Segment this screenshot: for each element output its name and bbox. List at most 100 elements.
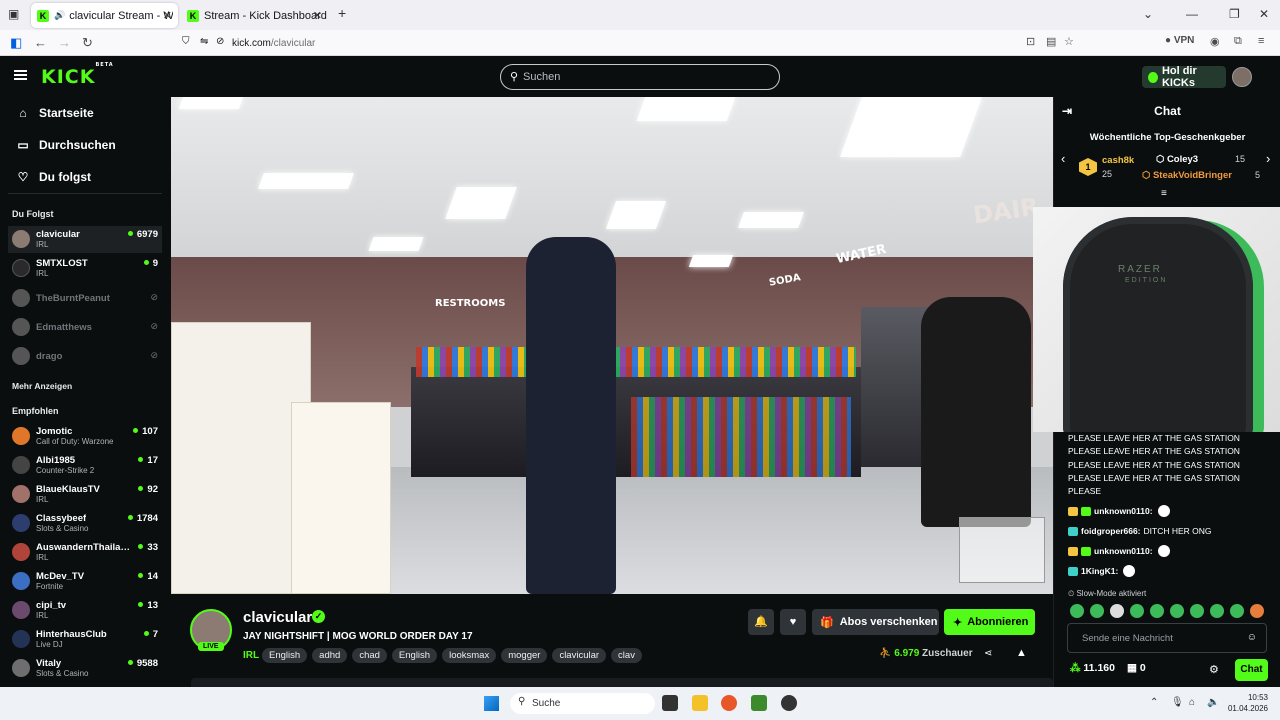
notification-bell-button[interactable]: 🔔 — [748, 609, 774, 635]
share-icon[interactable]: ⋖ — [984, 648, 992, 659]
taskbar-clock[interactable]: 10:53 01.04.2026 — [1226, 692, 1268, 714]
emote-icon[interactable] — [1130, 604, 1144, 618]
file-explorer-icon[interactable] — [692, 695, 708, 711]
tag[interactable]: English — [262, 648, 308, 663]
gifter-name[interactable]: ⬡ Coley3 — [1156, 154, 1198, 165]
followed-channel-offline[interactable]: TheBurntPeanut ⊘ — [8, 285, 162, 312]
firefox-icon[interactable] — [721, 695, 737, 711]
emote-icon[interactable] — [1250, 604, 1264, 618]
tag[interactable]: clavicular — [552, 648, 607, 663]
app-icon[interactable] — [781, 695, 797, 711]
permissions-icon[interactable]: ⇋ — [200, 36, 208, 47]
recommended-channel[interactable]: HinterhausClub Live DJ 7 — [8, 626, 162, 653]
menu-icon[interactable]: ≡ — [1258, 35, 1264, 47]
new-tab-button[interactable]: + — [338, 5, 346, 21]
close-tab-icon[interactable]: ✕ — [313, 9, 322, 22]
bookmark-star-icon[interactable]: ☆ — [1064, 35, 1074, 48]
recommended-channel[interactable]: BlaueKlausTV IRL 92 — [8, 481, 162, 508]
shield-icon[interactable]: ⛉ — [182, 36, 190, 47]
tag[interactable]: chad — [352, 648, 387, 663]
mute-icon[interactable]: ⊘ — [216, 36, 224, 47]
collapse-chat-icon[interactable]: ⇥ — [1062, 97, 1072, 125]
followed-channel-offline[interactable]: Edmatthews ⊘ — [8, 314, 162, 341]
tag[interactable]: mogger — [501, 648, 548, 663]
minimize-icon[interactable]: — — [1186, 7, 1198, 21]
get-kicks-button[interactable]: Hol dir KICKs — [1142, 65, 1226, 89]
emote-icon[interactable] — [1210, 604, 1224, 618]
recommended-channel[interactable]: McDev_TV Fortnite 14 — [8, 568, 162, 595]
user-avatar[interactable] — [1232, 67, 1252, 87]
stream-category[interactable]: IRL — [243, 650, 259, 661]
send-chat-button[interactable]: Chat — [1235, 659, 1268, 681]
emote-icon[interactable] — [1110, 604, 1124, 618]
channel-points[interactable]: ▦ 0 — [1127, 662, 1146, 674]
streamer-name[interactable]: clavicular — [243, 609, 312, 626]
sidebar-item-browse[interactable]: ▭ Durchsuchen — [16, 138, 115, 152]
subscribe-button[interactable]: ✦ Abonnieren — [944, 609, 1035, 635]
taskbar-search[interactable]: ⚲ Suche — [510, 693, 655, 714]
tab-overview-icon[interactable]: ▣ — [8, 7, 19, 21]
emote-icon[interactable] — [1230, 604, 1244, 618]
followed-channel[interactable]: clavicular IRL 6979 — [8, 226, 162, 253]
gifter-name[interactable]: ⬡ SteakVoidBringer — [1142, 170, 1232, 181]
follow-heart-button[interactable]: ♥ — [780, 609, 806, 635]
chevron-left-icon[interactable]: ‹ — [1061, 151, 1065, 166]
gear-icon[interactable]: ⚙ — [1209, 663, 1219, 676]
microphone-icon[interactable]: 🎙 — [1171, 697, 1184, 708]
reader-icon[interactable]: ▤ — [1046, 35, 1056, 48]
emote-icon[interactable] — [1070, 604, 1084, 618]
recommended-channel[interactable]: Jomotic Call of Duty: Warzone 107 — [8, 423, 162, 450]
video-player[interactable]: RESTROOMS WATER SODA DAIR — [171, 97, 1053, 594]
gifter-name[interactable]: cash8k — [1102, 155, 1134, 166]
recommended-channel[interactable]: Vitaly Slots & Casino 9588 — [8, 655, 162, 682]
recommended-channel[interactable]: Albi1985 Counter-Strike 2 17 — [8, 452, 162, 479]
url-bar[interactable]: ⛉ ⇋ ⊘ kick.com/clavicular — [176, 33, 1081, 53]
screenshot-icon[interactable]: ⊡ — [1026, 35, 1035, 48]
close-tab-icon[interactable]: ✕ — [163, 9, 172, 22]
close-window-icon[interactable]: ✕ — [1259, 7, 1269, 21]
show-more-link[interactable]: Mehr Anzeigen — [12, 381, 72, 391]
speaker-icon[interactable]: 🔊 — [54, 10, 65, 21]
recommended-channel[interactable]: Classybeef Slots & Casino 1784 — [8, 510, 162, 537]
reload-icon[interactable]: ↻ — [82, 35, 93, 51]
back-icon[interactable]: ← — [34, 35, 47, 50]
tag[interactable]: looksmax — [442, 648, 497, 663]
recommended-channel[interactable]: cipi_tv IRL 13 — [8, 597, 162, 624]
sidebar-item-following[interactable]: ♡ Du folgst — [16, 170, 91, 184]
vpn-button[interactable]: ● VPN — [1165, 35, 1194, 46]
account-icon[interactable]: ◉ — [1210, 35, 1220, 48]
recommended-channel[interactable]: AuswandernThaila… IRL 33 — [8, 539, 162, 566]
volume-icon[interactable]: 🔈 — [1207, 697, 1219, 708]
list-tabs-icon[interactable]: ⌄ — [1143, 7, 1153, 21]
chevron-right-icon[interactable]: › — [1266, 151, 1270, 166]
emote-icon[interactable] — [1150, 604, 1164, 618]
windows-start-icon[interactable] — [484, 696, 499, 711]
kick-logo[interactable]: KICKBETA — [41, 62, 114, 88]
report-icon[interactable]: ▲ — [1016, 647, 1027, 659]
emote-icon[interactable] — [1090, 604, 1104, 618]
extensions-icon[interactable]: ⧉ — [1234, 35, 1242, 48]
search-input[interactable]: ⚲ Suchen — [500, 64, 780, 90]
emote-icon[interactable] — [1190, 604, 1204, 618]
sidebar-item-home[interactable]: ⌂ Startseite — [16, 106, 93, 120]
tab-clavicular-stream[interactable]: K 🔊 clavicular Stream - Watch L ✕ — [31, 3, 178, 28]
kicks-balance[interactable]: ⁂ 11.160 — [1070, 662, 1115, 674]
app-icon[interactable] — [751, 695, 767, 711]
emoji-picker-icon[interactable]: ☺ — [1247, 632, 1257, 643]
maximize-icon[interactable]: ❐ — [1229, 7, 1240, 21]
tab-kick-dashboard[interactable]: K Stream - Kick Dashboard ✕ — [181, 3, 328, 28]
sidebar-toggle-icon[interactable]: ◧ — [10, 35, 22, 51]
gift-subs-button[interactable]: 🎁 Abos verschenken — [812, 609, 939, 635]
hamburger-menu-icon[interactable] — [14, 70, 27, 80]
emote-icon[interactable] — [1170, 604, 1184, 618]
chevron-up-icon[interactable]: ⌃ — [1150, 697, 1158, 708]
followed-channel[interactable]: SMTXLOST IRL 9 — [8, 255, 162, 282]
task-view-icon[interactable] — [662, 695, 678, 711]
tag[interactable]: adhd — [312, 648, 348, 663]
tag[interactable]: clav — [611, 648, 642, 663]
followed-channel-offline[interactable]: drago ⊘ — [8, 343, 162, 370]
forward-icon[interactable]: → — [58, 35, 71, 50]
chat-message-input[interactable]: Sende eine Nachricht ☺ — [1067, 623, 1267, 653]
tag[interactable]: English — [391, 648, 438, 663]
network-icon[interactable]: ⌂ — [1189, 697, 1195, 708]
